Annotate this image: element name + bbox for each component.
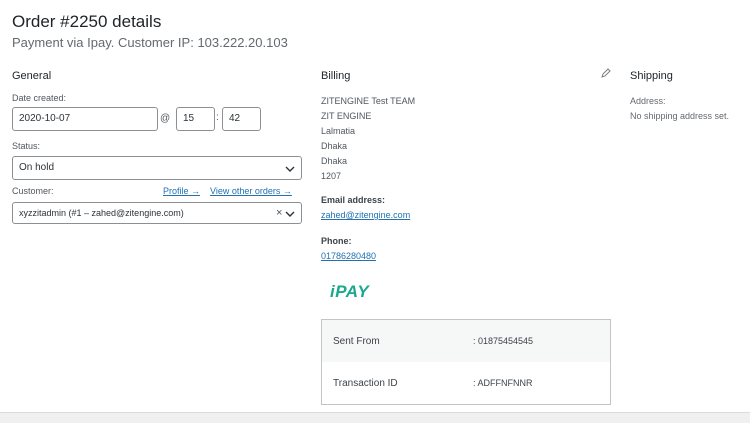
ipay-logo: iPAY xyxy=(330,282,370,301)
email-link[interactable]: zahed@zitengine.com xyxy=(321,210,410,220)
status-value: On hold xyxy=(19,162,55,173)
at-sign: @ xyxy=(160,113,171,124)
customer-label: Customer: xyxy=(12,186,54,196)
shipping-address-label: Address: xyxy=(630,96,666,106)
status-label: Status: xyxy=(12,141,41,151)
general-heading: General xyxy=(12,70,52,82)
close-icon[interactable]: × xyxy=(276,203,282,223)
chevron-down-icon xyxy=(285,166,295,172)
footer-divider xyxy=(0,412,750,423)
page-subtitle: Payment via Ipay. Customer IP: 103.222.2… xyxy=(12,35,288,50)
table-cell-value: : ADFFNFNNR xyxy=(473,378,533,388)
hour-value: 15 xyxy=(183,113,195,124)
payment-details-table: Sent From : 01875454545 Transaction ID :… xyxy=(321,319,611,405)
billing-address-line: Lalmatia xyxy=(321,126,356,136)
billing-address-line: ZITENGINE Test TEAM xyxy=(321,96,416,106)
hour-input[interactable]: 15 xyxy=(176,107,215,131)
customer-select[interactable]: xyzzitadmin (#1 – zahed@zitengine.com) × xyxy=(12,202,302,224)
billing-address: ZITENGINE Test TEAM ZIT ENGINE Lalmatia … xyxy=(321,94,415,184)
pencil-icon[interactable] xyxy=(601,68,611,78)
phone-link[interactable]: 01786280480 xyxy=(321,251,376,261)
status-select[interactable]: On hold xyxy=(12,156,302,180)
billing-address-line: 1207 xyxy=(321,171,342,181)
shipping-heading: Shipping xyxy=(630,70,673,82)
table-cell-label: Transaction ID xyxy=(333,377,398,389)
email-label: Email address: xyxy=(321,195,386,205)
minute-value: 42 xyxy=(229,113,241,124)
table-row: Transaction ID : ADFFNFNNR xyxy=(322,362,610,404)
billing-heading: Billing xyxy=(321,70,351,82)
date-created-value: 2020-10-07 xyxy=(19,113,71,124)
table-cell-label: Sent From xyxy=(333,335,380,347)
phone-label: Phone: xyxy=(321,236,352,246)
time-colon: : xyxy=(216,112,219,123)
table-cell-value: : 01875454545 xyxy=(473,336,534,346)
customer-value: xyzzitadmin (#1 – zahed@zitengine.com) xyxy=(19,208,184,218)
billing-address-line: Dhaka xyxy=(321,156,348,166)
shipping-address-value: No shipping address set. xyxy=(630,111,730,121)
date-created-input[interactable]: 2020-10-07 xyxy=(12,107,158,131)
minute-input[interactable]: 42 xyxy=(222,107,261,131)
chevron-down-icon xyxy=(285,211,295,217)
view-other-orders-link[interactable]: View other orders → xyxy=(210,186,292,196)
table-row: Sent From : 01875454545 xyxy=(322,320,610,362)
profile-link[interactable]: Profile → xyxy=(163,186,200,196)
date-created-label: Date created: xyxy=(12,93,67,103)
page-title: Order #2250 details xyxy=(12,12,162,31)
billing-address-line: Dhaka xyxy=(321,141,348,151)
billing-address-line: ZIT ENGINE xyxy=(321,111,372,121)
